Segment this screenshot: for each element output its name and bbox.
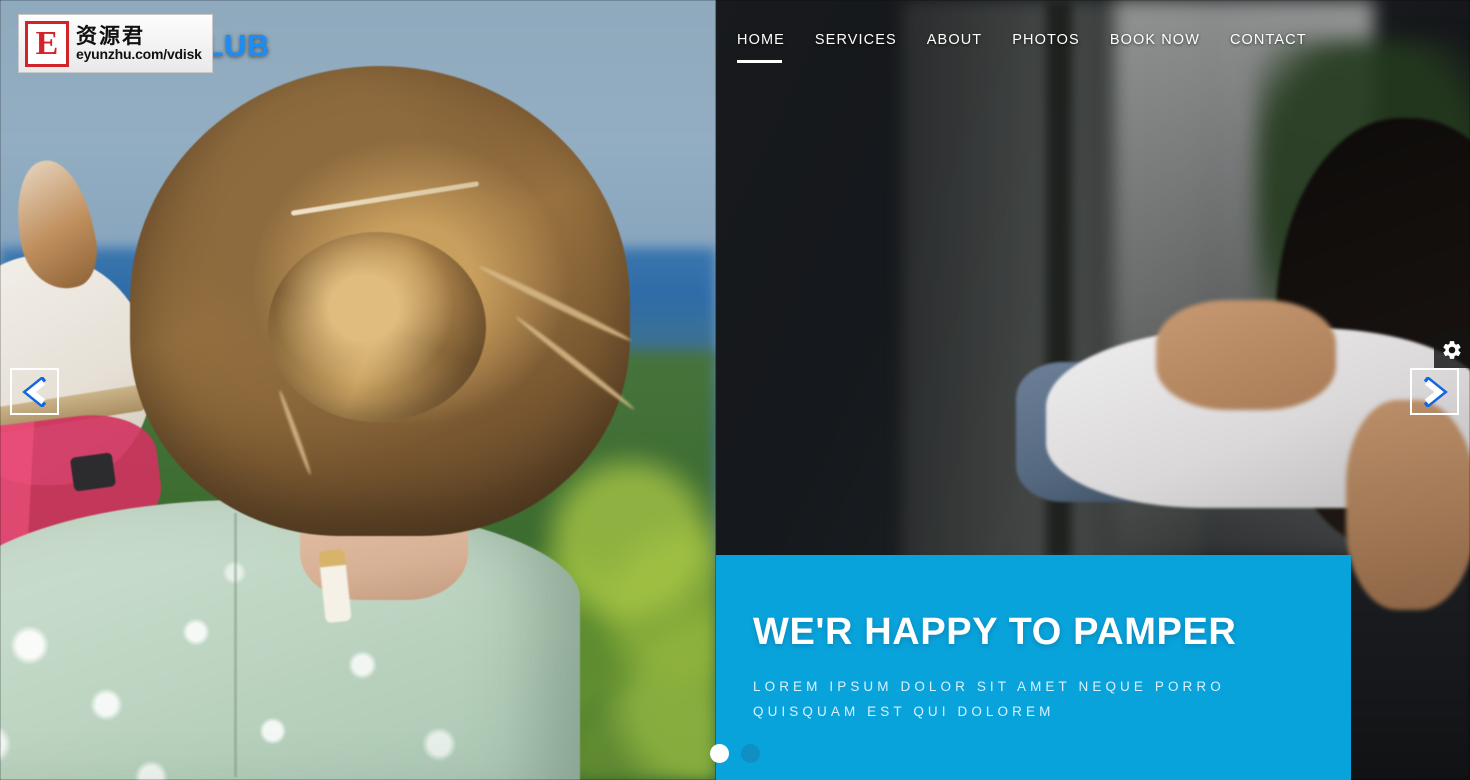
watermark-chinese: 资源君 — [76, 24, 145, 49]
gear-icon — [1443, 340, 1461, 359]
floral-dress — [0, 500, 580, 780]
slider-next-button[interactable] — [1410, 368, 1459, 415]
hero-slider: PETCLUB E 资源君 eyunzhu.com/vdisk HOME SER… — [0, 0, 1470, 780]
nav-item-about[interactable]: ABOUT — [927, 32, 1012, 48]
slider-dot-2[interactable] — [741, 744, 760, 763]
chevron-left-icon — [21, 376, 46, 407]
slider-pagination — [710, 744, 760, 763]
chevron-right-icon — [1423, 376, 1448, 407]
slide-subtitle: LOREM IPSUM DOLOR SIT AMET NEQUE PORRO Q… — [753, 678, 1225, 719]
nav-item-book-now[interactable]: BOOK NOW — [1110, 32, 1230, 48]
nav-item-contact[interactable]: CONTACT — [1230, 32, 1307, 48]
settings-button[interactable] — [1434, 331, 1470, 368]
watermark-url: eyunzhu.com/vdisk — [76, 46, 202, 63]
hair-bun — [268, 232, 486, 422]
person-arm — [1346, 400, 1470, 610]
watermark-badge: E 资源君 eyunzhu.com/vdisk — [18, 14, 213, 73]
watermark-text: 资源君 eyunzhu.com/vdisk — [76, 25, 202, 62]
person-midriff — [1156, 300, 1336, 410]
slide-image-left — [0, 0, 716, 780]
slider-dot-1[interactable] — [710, 744, 729, 763]
slide-heading: WE'R HAPPY TO PAMPER — [753, 611, 1237, 653]
main-navigation: HOME SERVICES ABOUT PHOTOS BOOK NOW CONT… — [737, 32, 1307, 63]
slider-prev-button[interactable] — [10, 368, 59, 415]
slide-caption-panel: WE'R HAPPY TO PAMPER LOREM IPSUM DOLOR S… — [716, 555, 1351, 780]
harness-buckle — [69, 452, 117, 492]
nav-item-photos[interactable]: PHOTOS — [1012, 32, 1110, 48]
watermark-e-logo: E — [25, 20, 69, 67]
nav-item-services[interactable]: SERVICES — [815, 32, 927, 48]
nav-item-home[interactable]: HOME — [737, 32, 815, 63]
